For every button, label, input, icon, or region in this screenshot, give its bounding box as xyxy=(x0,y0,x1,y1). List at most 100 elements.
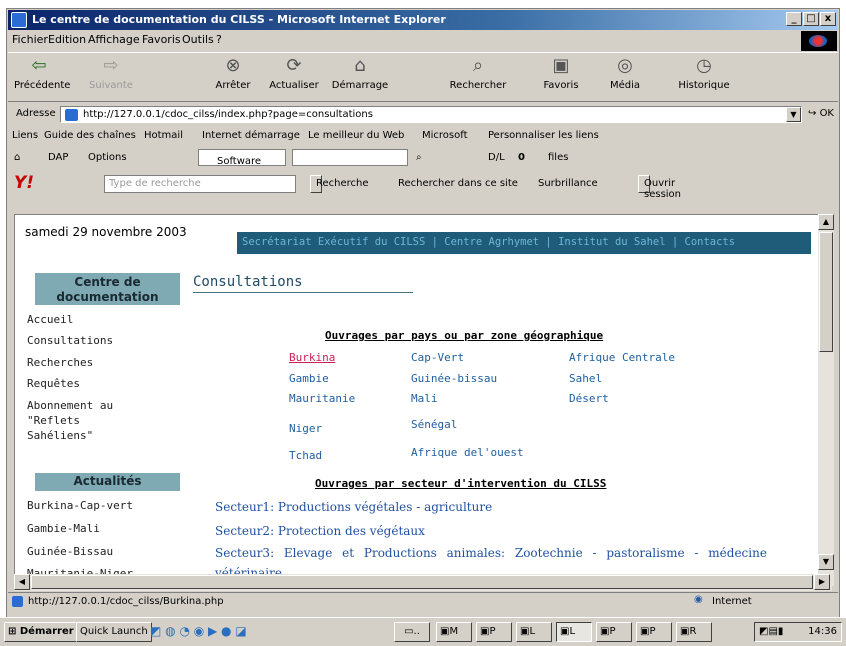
taskbar-task-5[interactable]: ▣P xyxy=(596,622,632,642)
sectors-heading: Ouvrages par secteur d'intervention du C… xyxy=(315,477,607,490)
media-button[interactable]: ◎ Média xyxy=(600,55,650,91)
country-link-burkina[interactable]: Burkina xyxy=(289,351,335,364)
sidebar-link-abonnement-3[interactable]: Sahéliens" xyxy=(27,428,93,443)
taskbar-task-1[interactable]: ▣M xyxy=(436,622,472,642)
page-content: samedi 29 novembre 2003 Secrétariat Exéc… xyxy=(14,214,832,586)
taskbar-task-2[interactable]: ▣P xyxy=(476,622,512,642)
link-microsoft[interactable]: Microsoft xyxy=(422,130,468,141)
sidebar-link-abonnement[interactable]: Abonnement au xyxy=(27,398,113,413)
dap-search-icon[interactable]: ⌕ xyxy=(416,152,422,163)
history-icon: ◷ xyxy=(696,55,712,76)
sector-link-3[interactable]: Secteur3: Elevage et Productions animale… xyxy=(215,546,767,560)
sidebar-heading-actualites: Actualités xyxy=(35,473,180,491)
yahoo-search-button[interactable]: Recherche xyxy=(310,175,369,193)
ie-logo-icon xyxy=(11,12,27,28)
taskbar-task-3[interactable]: ▣L xyxy=(516,622,552,642)
vertical-scroll-thumb[interactable] xyxy=(819,232,833,352)
zone-link-afrique-ouest[interactable]: Afrique del'ouest xyxy=(411,446,524,459)
sector-link-1[interactable]: Secteur1: Productions végétales - agricu… xyxy=(215,500,492,514)
country-link-gambie[interactable]: Gambie xyxy=(289,372,329,385)
title-bar: Le centre de documentation du CILSS - Mi… xyxy=(8,10,838,30)
countries-heading: Ouvrages par pays ou par zone géographiq… xyxy=(325,329,604,342)
software-select[interactable]: Software xyxy=(198,149,286,167)
history-button[interactable]: ◷ Historique xyxy=(672,55,736,91)
forward-button[interactable]: ⇨ Suivante xyxy=(86,55,136,91)
sector-link-2[interactable]: Secteur2: Protection des végétaux xyxy=(215,524,425,538)
link-internet-demarrage[interactable]: Internet démarrage xyxy=(202,130,300,141)
dl-count: 0 xyxy=(518,152,525,163)
menu-favoris[interactable]: Favoris xyxy=(142,33,181,46)
search-button[interactable]: ⌕ Rechercher xyxy=(446,55,510,91)
quick-launch-icons[interactable]: ◩ ◍ ◔ ◉ ▶ ● ◪ xyxy=(150,624,247,638)
menu-fichier[interactable]: Fichier xyxy=(12,33,48,46)
go-button[interactable]: ↪ OK xyxy=(808,108,834,119)
link-guide-chaines[interactable]: Guide des chaînes xyxy=(44,130,136,141)
address-input[interactable]: http://127.0.0.1/cdoc_cilss/index.php?pa… xyxy=(60,106,802,123)
sidebar-link-guinee-bissau[interactable]: Guinée-Bissau xyxy=(27,544,113,559)
vertical-scrollbar[interactable]: ▲ ▼ xyxy=(818,214,834,586)
taskbar-task-6[interactable]: ▣P xyxy=(636,622,672,642)
refresh-button[interactable]: ⟳ Actualiser xyxy=(264,55,324,91)
standard-toolbar: ⇦ Précédente ⇨ Suivante ⊗ Arrêter ⟳ Actualis… xyxy=(8,52,838,102)
country-link-senegal[interactable]: Sénégal xyxy=(411,418,457,431)
country-link-mali[interactable]: Mali xyxy=(411,392,438,405)
menu-outils[interactable]: Outils xyxy=(182,33,214,46)
menu-affichage[interactable]: Affichage xyxy=(88,33,140,46)
address-dropdown-button[interactable]: ▼ xyxy=(786,107,801,122)
security-zone: Internet xyxy=(712,596,752,607)
dap-search-input[interactable] xyxy=(292,149,408,166)
country-link-tchad[interactable]: Tchad xyxy=(289,449,322,462)
sidebar-link-recherches[interactable]: Recherches xyxy=(27,355,93,370)
scroll-right-arrow-icon[interactable]: ▶ xyxy=(814,574,830,590)
home-button[interactable]: ⌂ Démarrage xyxy=(328,55,392,91)
scroll-down-arrow-icon[interactable]: ▼ xyxy=(818,554,834,570)
sidebar-link-consultations[interactable]: Consultations xyxy=(27,333,113,348)
horizontal-scrollbar[interactable]: ◀ ▶ xyxy=(14,574,832,591)
dap-button[interactable]: DAP xyxy=(48,152,68,163)
scroll-up-arrow-icon[interactable]: ▲ xyxy=(818,214,834,230)
zone-link-afrique-centrale[interactable]: Afrique Centrale xyxy=(569,351,675,364)
highlight-button[interactable]: Surbrillance xyxy=(538,178,598,189)
taskbar-folder-button[interactable]: ▭.. xyxy=(394,622,430,642)
back-button[interactable]: ⇦ Précédente xyxy=(14,55,70,91)
tray-icons[interactable]: ◩▤▮ xyxy=(759,626,783,637)
sidebar-link-accueil[interactable]: Accueil xyxy=(27,312,73,327)
options-button[interactable]: Options xyxy=(88,152,127,163)
taskbar: ⊞ Démarrer Quick Launch ◩ ◍ ◔ ◉ ▶ ● ◪ ▭.… xyxy=(0,617,846,646)
maximize-button[interactable]: □ xyxy=(803,12,819,26)
quick-launch-toolbar[interactable]: Quick Launch xyxy=(76,622,152,642)
minimize-button[interactable]: _ xyxy=(786,12,802,26)
menu-help[interactable]: ? xyxy=(216,33,222,46)
stop-button[interactable]: ⊗ Arrêter xyxy=(208,55,258,91)
horizontal-scroll-thumb[interactable] xyxy=(31,575,813,589)
home-icon: ⌂ xyxy=(354,55,366,76)
favorites-button[interactable]: ▣ Favoris xyxy=(536,55,586,91)
country-link-mauritanie[interactable]: Mauritanie xyxy=(289,392,355,405)
link-personnaliser[interactable]: Personnaliser les liens xyxy=(488,130,599,141)
sidebar-link-requetes[interactable]: Requêtes xyxy=(27,376,80,391)
yahoo-logo-icon[interactable]: Y! xyxy=(14,173,34,193)
country-link-niger[interactable]: Niger xyxy=(289,422,322,435)
zone-link-sahel[interactable]: Sahel xyxy=(569,372,602,385)
zone-link-desert[interactable]: Désert xyxy=(569,392,609,405)
clock: 14:36 xyxy=(808,626,837,637)
dap-home-icon[interactable]: ⌂ xyxy=(14,152,20,163)
country-link-guinee-bissau[interactable]: Guinée-bissau xyxy=(411,372,497,385)
taskbar-task-4-active[interactable]: ▣L xyxy=(556,622,592,642)
link-meilleur-web[interactable]: Le meilleur du Web xyxy=(308,130,404,141)
taskbar-task-7[interactable]: ▣R xyxy=(676,622,712,642)
country-link-cap-vert[interactable]: Cap-Vert xyxy=(411,351,464,364)
menu-edition[interactable]: Edition xyxy=(48,33,86,46)
scroll-left-arrow-icon[interactable]: ◀ xyxy=(14,574,30,590)
dap-toolbar: ⌂ DAP Options Software ⌕ D/L 0 files xyxy=(8,146,838,170)
yahoo-search-input[interactable]: Type de recherche xyxy=(104,175,296,193)
sidebar-link-gambie-mali[interactable]: Gambie-Mali xyxy=(27,521,100,536)
sidebar-link-burkina-cap-vert[interactable]: Burkina-Cap-vert xyxy=(27,498,133,513)
start-button[interactable]: ⊞ Démarrer xyxy=(4,622,78,642)
open-session-button[interactable]: Ouvrir session xyxy=(638,175,681,200)
partner-links-bar[interactable]: Secrétariat Exécutif du CILSS | Centre A… xyxy=(237,232,811,254)
close-button[interactable]: x xyxy=(820,12,836,26)
sidebar-link-abonnement-2[interactable]: "Reflets xyxy=(27,413,80,428)
link-hotmail[interactable]: Hotmail xyxy=(144,130,183,141)
site-search-button[interactable]: Rechercher dans ce site xyxy=(398,178,518,189)
